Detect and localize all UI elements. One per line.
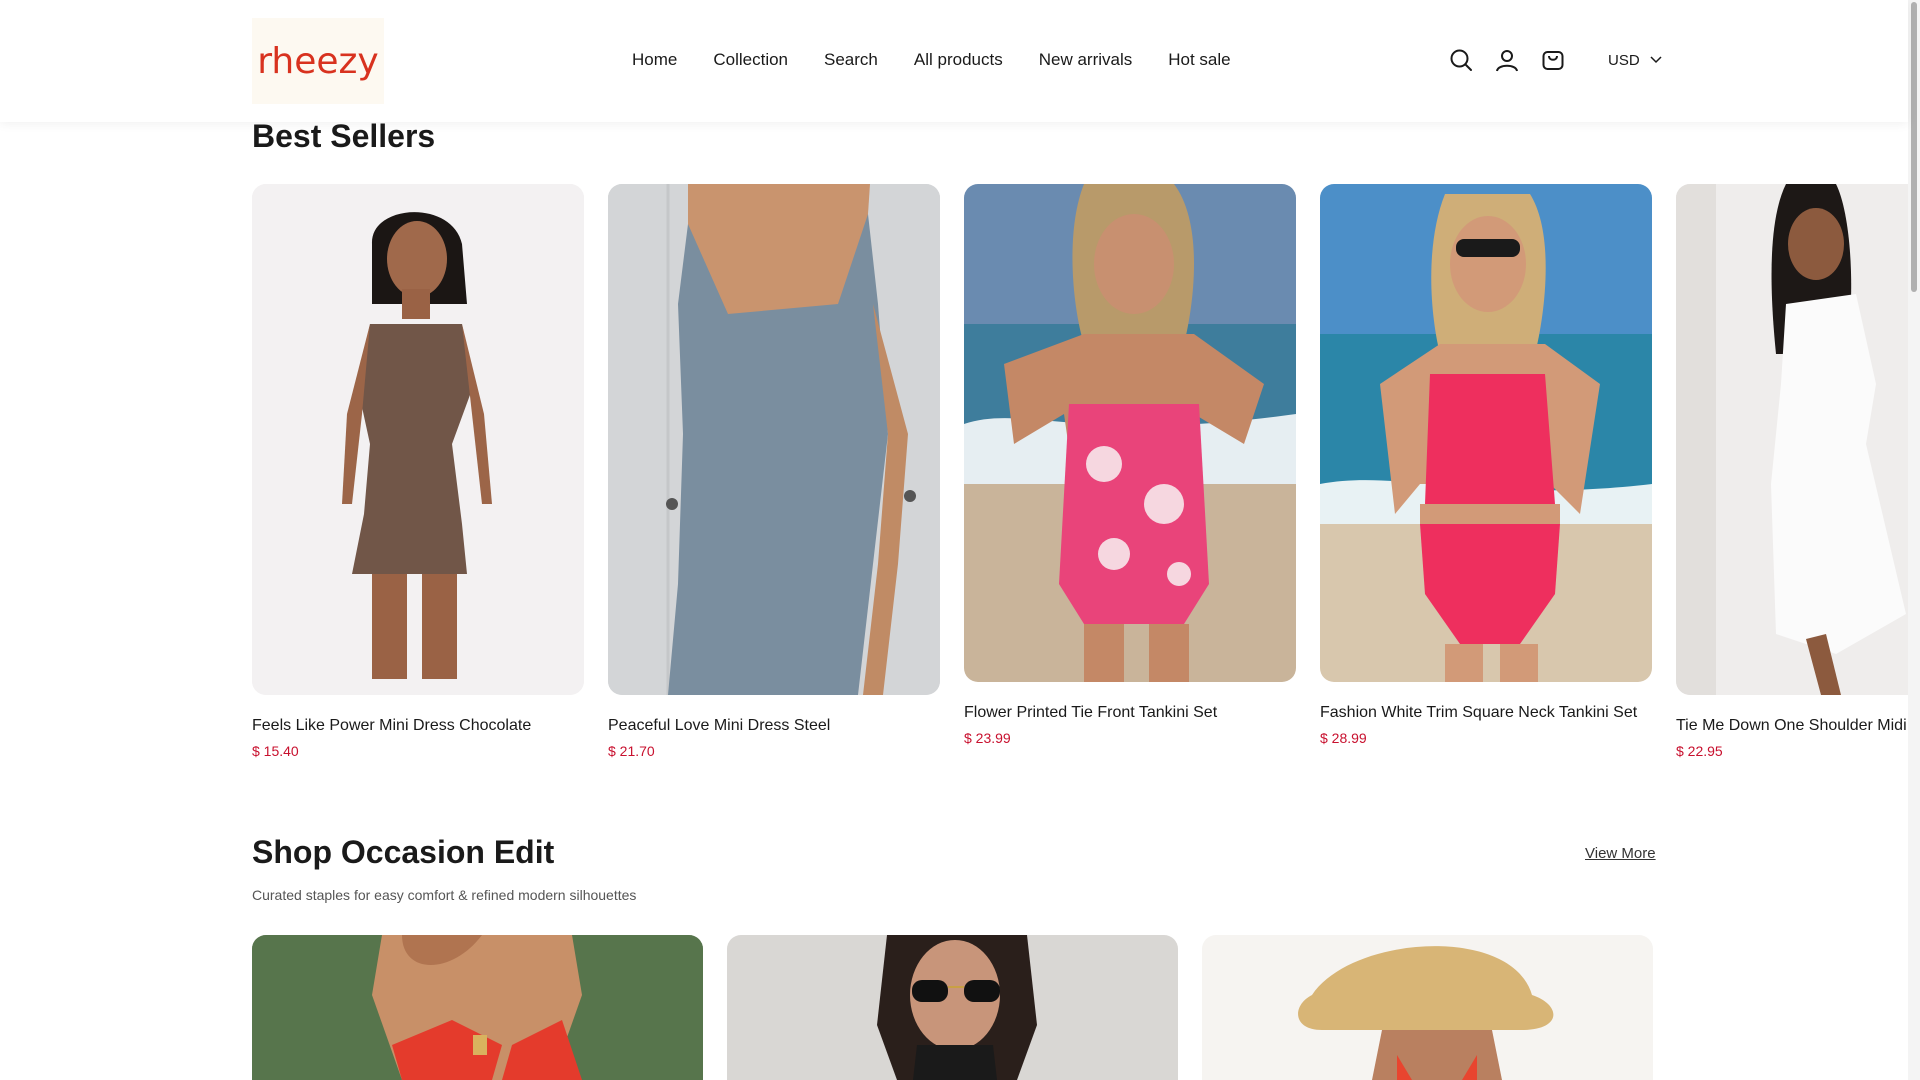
main-nav: Home Collection Search All products New … (632, 50, 1231, 70)
product-card[interactable]: Flower Printed Tie Front Tankini Set $ 2… (964, 184, 1296, 746)
best-sellers-title: Best Sellers (252, 118, 436, 154)
nav-collection[interactable]: Collection (713, 50, 788, 70)
occasion-card[interactable] (1202, 935, 1653, 1080)
logo[interactable]: rheezy (252, 18, 384, 104)
page-scrollbar[interactable] (1908, 0, 1920, 1080)
product-card[interactable]: Tie Me Down One Shoulder Midi $ 22.95 (1676, 184, 1908, 759)
site-header: rheezy Home Collection Search All produc… (0, 0, 1908, 122)
product-title[interactable]: Peaceful Love Mini Dress Steel (608, 717, 940, 735)
product-price: $ 21.70 (608, 743, 655, 759)
product-image[interactable] (1676, 184, 1908, 695)
product-card[interactable]: Fashion White Trim Square Neck Tankini S… (1320, 184, 1652, 746)
nav-all-products[interactable]: All products (914, 50, 1003, 70)
product-image[interactable] (252, 184, 584, 695)
cart-icon[interactable] (1540, 47, 1566, 73)
nav-hot-sale[interactable]: Hot sale (1168, 50, 1230, 70)
occasion-card[interactable] (727, 935, 1178, 1080)
product-card[interactable]: Feels Like Power Mini Dress Chocolate $ … (252, 184, 584, 759)
product-image[interactable] (964, 184, 1296, 682)
best-sellers-carousel[interactable]: Feels Like Power Mini Dress Chocolate $ … (252, 184, 1908, 764)
product-price: $ 15.40 (252, 743, 299, 759)
product-price: $ 22.95 (1676, 743, 1723, 759)
product-image[interactable] (1320, 184, 1652, 682)
view-more-link[interactable]: View More (1585, 845, 1656, 862)
occasion-subtitle: Curated staples for easy comfort & refin… (252, 887, 637, 903)
nav-new-arrivals[interactable]: New arrivals (1039, 50, 1133, 70)
nav-home[interactable]: Home (632, 50, 677, 70)
product-card[interactable]: Peaceful Love Mini Dress Steel $ 21.70 (608, 184, 940, 759)
currency-selector[interactable]: USD (1608, 52, 1662, 69)
header-actions: USD (1448, 47, 1662, 73)
product-title[interactable]: Flower Printed Tie Front Tankini Set (964, 704, 1296, 722)
account-icon[interactable] (1494, 47, 1520, 73)
currency-label: USD (1608, 51, 1640, 69)
occasion-title: Shop Occasion Edit (252, 834, 555, 870)
product-title[interactable]: Feels Like Power Mini Dress Chocolate (252, 717, 584, 735)
product-title[interactable]: Tie Me Down One Shoulder Midi (1676, 717, 1908, 735)
occasion-card[interactable] (252, 935, 703, 1080)
product-price: $ 28.99 (1320, 730, 1367, 746)
product-image[interactable] (608, 184, 940, 695)
product-title[interactable]: Fashion White Trim Square Neck Tankini S… (1320, 704, 1652, 722)
chevron-down-icon (1650, 56, 1662, 64)
nav-search[interactable]: Search (824, 50, 878, 70)
logo-text: rheezy (257, 40, 379, 82)
product-price: $ 23.99 (964, 730, 1011, 746)
search-icon[interactable] (1448, 47, 1474, 73)
scrollbar-thumb[interactable] (1911, 2, 1917, 292)
